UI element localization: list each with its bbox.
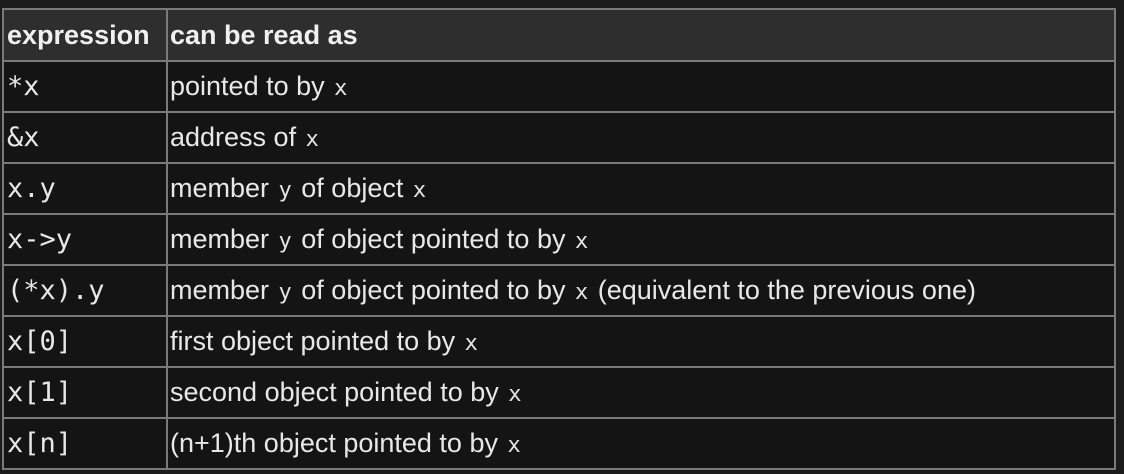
meaning-text: member	[170, 275, 277, 305]
table-row: &x address of x	[4, 113, 1116, 164]
meaning-text: member	[170, 224, 277, 254]
meaning-text: member	[170, 173, 277, 203]
table-header-row: expression can be read as	[4, 10, 1116, 62]
inline-code: x	[507, 433, 521, 458]
meaning-text: of object	[293, 173, 411, 203]
table-row: (*x).y member y of object pointed to by x…	[4, 266, 1116, 317]
meaning-text: (n+1)th object pointed to by	[170, 428, 506, 458]
inline-code: y	[278, 280, 292, 305]
table-row: x->y member y of object pointed to by x	[4, 215, 1116, 266]
inline-code: y	[278, 229, 292, 254]
header-expression: expression	[4, 10, 168, 60]
meaning-cell: member y of object pointed to by x	[168, 215, 1116, 264]
table-row: x[0] first object pointed to by x	[4, 317, 1116, 368]
expression-cell: x[0]	[4, 317, 168, 366]
expression-cell: x[1]	[4, 368, 168, 417]
table-row: x.y member y of object x	[4, 164, 1116, 215]
operators-table: expression can be read as *x pointed to b…	[2, 8, 1116, 470]
expression-cell: &x	[4, 113, 168, 162]
table-row: x[1] second object pointed to by x	[4, 368, 1116, 419]
expression-cell: *x	[4, 62, 168, 111]
expression-cell: x.y	[4, 164, 168, 213]
inline-code: x	[574, 229, 589, 254]
meaning-text: first object pointed to by	[170, 326, 463, 356]
meaning-text: of object pointed to by	[293, 224, 573, 254]
inline-code: x	[464, 331, 478, 356]
meaning-cell: (n+1)th object pointed to by x	[168, 419, 1116, 468]
meaning-cell: member y of object x	[168, 164, 1116, 213]
table-row: *x pointed to by x	[4, 62, 1116, 113]
inline-code: x	[508, 382, 522, 407]
meaning-cell: pointed to by x	[168, 62, 1116, 111]
header-can-be-read-as: can be read as	[168, 10, 1116, 60]
meaning-text: address of	[170, 122, 304, 152]
expression-cell: x[n]	[4, 419, 168, 468]
table-row: x[n] (n+1)th object pointed to by x	[4, 419, 1116, 470]
meaning-cell: address of x	[168, 113, 1116, 162]
expression-cell: x->y	[4, 215, 168, 264]
inline-code: x	[574, 280, 589, 305]
meaning-text: of object pointed to by	[293, 275, 573, 305]
inline-code: x	[305, 127, 319, 152]
meaning-text: (equivalent to the previous one)	[590, 275, 976, 305]
meaning-text: second object pointed to by	[170, 377, 507, 407]
meaning-text: pointed to by	[170, 71, 333, 101]
meaning-cell: second object pointed to by x	[168, 368, 1116, 417]
inline-code: x	[412, 178, 427, 203]
meaning-cell: first object pointed to by x	[168, 317, 1116, 366]
inline-code: x	[334, 76, 348, 101]
inline-code: y	[278, 178, 292, 203]
table-body: *x pointed to by x &x address of x x.y member…	[4, 62, 1116, 470]
meaning-cell: member y of object pointed to by x (equi…	[168, 266, 1116, 315]
expression-cell: (*x).y	[4, 266, 168, 315]
